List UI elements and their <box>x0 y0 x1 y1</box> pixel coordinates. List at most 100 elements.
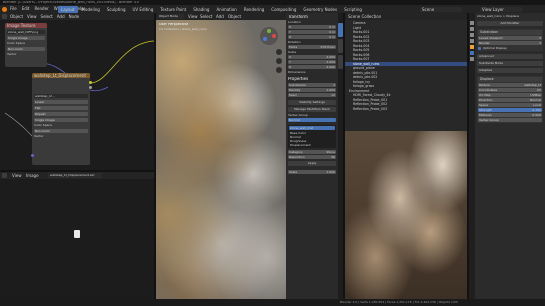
image-menu-image[interactable]: Image <box>26 173 39 178</box>
direction-field[interactable]: Direction Normal <box>478 98 542 102</box>
modifier-header[interactable]: Displace <box>478 77 542 82</box>
material-scale-field[interactable]: Scale 1.000 <box>288 169 336 174</box>
texture-field[interactable]: Texture wallstep_Lt <box>478 83 542 87</box>
navigation-gizmo[interactable] <box>260 27 278 45</box>
3d-viewport[interactable]: Object Mode View Select Add Object User … <box>156 13 286 299</box>
render-preview[interactable] <box>345 131 467 299</box>
material-tab-icon[interactable] <box>470 57 474 61</box>
view-layer-selector[interactable]: View Layer <box>480 6 522 12</box>
mode-selector[interactable]: Object Mode <box>158 14 184 19</box>
node-image-field[interactable]: stone_wall_DIFF.png <box>7 30 45 34</box>
node-single-image[interactable]: Single Image <box>7 36 45 40</box>
vector-socket[interactable] <box>30 154 34 157</box>
color-space-value[interactable]: Non-Color <box>34 129 88 133</box>
displacement-image-node[interactable]: wallstep_Lt_Displacement wallstep_Lt... … <box>30 73 92 165</box>
tab-shading[interactable]: Shading <box>190 6 212 13</box>
modifier-header[interactable]: Subdivision <box>478 30 542 35</box>
tab-texture-paint[interactable]: Texture Paint <box>157 6 189 13</box>
manage-modifiers-button[interactable]: Manage Modifiers Stack <box>288 107 336 112</box>
render-levels-field[interactable]: Render 3 <box>478 41 542 45</box>
tab-modeling[interactable]: Modeling <box>79 6 103 13</box>
visibility-settings-button[interactable]: Visibility Settings <box>288 100 336 105</box>
advanced-button[interactable]: Advanced <box>477 54 543 59</box>
coordinates-field[interactable]: Coordinates UV <box>478 88 542 92</box>
tab-geometry-nodes[interactable]: Geometry Nodes <box>300 6 340 13</box>
axis-z-icon[interactable] <box>263 37 267 41</box>
image-menu-view[interactable]: View <box>12 173 22 178</box>
alpha-socket[interactable] <box>88 86 92 89</box>
properties-section-title[interactable]: Properties <box>288 77 336 81</box>
scale-x[interactable]: X 2.000 <box>288 55 336 59</box>
camera-view-icon[interactable] <box>276 67 282 73</box>
scale-z[interactable]: Z 2.000 <box>288 65 336 69</box>
section-title[interactable]: Transform <box>288 15 336 19</box>
rotation-mode[interactable]: Mode XYZ Euler <box>288 45 336 49</box>
field-x[interactable]: X0 m <box>288 25 336 29</box>
node-editor[interactable]: Object View Select Add Node Image Textur… <box>0 13 154 170</box>
image-editor[interactable]: View Image wallstep_Lt_Displacement.exr <box>0 172 154 299</box>
viewport-menu-add[interactable]: Add <box>216 14 224 19</box>
menu-file[interactable]: File <box>10 7 17 11</box>
viewport-menu-object[interactable]: Object <box>228 14 241 19</box>
scale-label: Scale <box>288 51 297 54</box>
tab-layout[interactable]: Layout <box>58 6 78 13</box>
extension-field[interactable]: Repeat <box>34 112 88 116</box>
material-slot[interactable]: Displacement <box>289 143 335 147</box>
render-tab-icon[interactable] <box>470 27 474 31</box>
projection-field[interactable]: Flat <box>34 106 88 110</box>
tab-scripting[interactable]: Scripting <box>341 6 365 13</box>
scale-y[interactable]: Y 2.000 <box>288 60 336 64</box>
property-seed[interactable]: Seed 12 <box>288 93 336 97</box>
uv-map-field[interactable]: UV Map UVMap <box>478 93 542 97</box>
image-datablock[interactable]: wallstep_Lt_Displacement.exr <box>48 173 102 178</box>
pan-icon[interactable] <box>276 58 282 64</box>
adaptive-button[interactable]: Adaptive <box>477 68 543 73</box>
editor-type-icon[interactable] <box>2 173 7 178</box>
viewport-menu-select[interactable]: Select <box>200 14 212 19</box>
image-texture-node[interactable]: Image Texture stone_wall_DIFF.png Single… <box>5 23 47 67</box>
tab-animation[interactable]: Animation <box>213 6 239 13</box>
color-socket[interactable] <box>88 81 92 84</box>
subdivide-mode-button[interactable]: Subdivide Mode <box>477 61 543 66</box>
modifier-tab-icon[interactable] <box>470 51 474 55</box>
scene-tab-icon[interactable] <box>470 39 474 43</box>
tab-uv-editing[interactable]: UV Editing <box>130 6 157 13</box>
vertex-group-value[interactable]: Normal <box>288 118 336 122</box>
object-tab-icon[interactable] <box>470 45 474 49</box>
blender-logo-icon[interactable] <box>2 6 7 12</box>
tool-tab-icon[interactable] <box>470 21 474 25</box>
axis-y-icon[interactable] <box>267 29 271 33</box>
node-image-field[interactable]: wallstep_Lt... <box>34 94 88 98</box>
property-subdivision[interactable]: Subdivision 4 <box>288 83 336 87</box>
axis-x-icon[interactable] <box>272 34 276 38</box>
add-modifier-button[interactable]: Add Modifier <box>477 21 543 26</box>
interpolation-field[interactable]: Linear <box>34 100 88 104</box>
material-slot[interactable]: stone_wall_mat <box>289 126 335 130</box>
node-color-space-value[interactable]: Non-Color <box>7 47 45 51</box>
menu-edit[interactable]: Edit <box>22 7 30 11</box>
field-y[interactable]: Y0 m <box>288 30 336 34</box>
tab-rendering[interactable]: Rendering <box>241 6 267 13</box>
category-field[interactable]: Category Stone <box>288 149 336 154</box>
space-field[interactable]: Space Local <box>478 103 542 107</box>
apply-button[interactable]: Apply <box>288 160 336 166</box>
viewport-menu-view[interactable]: View <box>188 14 198 19</box>
zoom-icon[interactable] <box>276 49 282 55</box>
resolution-field[interactable]: Resolution 4K <box>288 154 336 159</box>
scene-selector[interactable]: Scene <box>420 6 462 12</box>
checkbox-icon[interactable] <box>478 46 481 50</box>
field-z[interactable]: Z0 m <box>288 35 336 39</box>
menu-render[interactable]: Render <box>34 7 48 11</box>
levels-viewport-field[interactable]: Levels Viewport 3 <box>478 36 542 40</box>
outliner-title[interactable]: Scene Collection <box>348 14 381 19</box>
vertex-group-field[interactable]: Vertex Group <box>478 118 542 122</box>
midlevel-field[interactable]: Midlevel 0.500 <box>478 113 542 117</box>
outliner-row[interactable]: Reflection_Probe_003 <box>345 107 467 112</box>
source-field[interactable]: Single Image <box>34 118 88 122</box>
optimal-display-checkbox[interactable]: Optimal Display <box>478 46 542 50</box>
output-tab-icon[interactable] <box>470 33 474 37</box>
tab-sculpting[interactable]: Sculpting <box>104 6 129 13</box>
tab-compositing[interactable]: Compositing <box>268 6 299 13</box>
property-density[interactable]: Density 1.000 <box>288 88 336 92</box>
strength-field[interactable]: Strength 0.150 <box>478 108 542 112</box>
